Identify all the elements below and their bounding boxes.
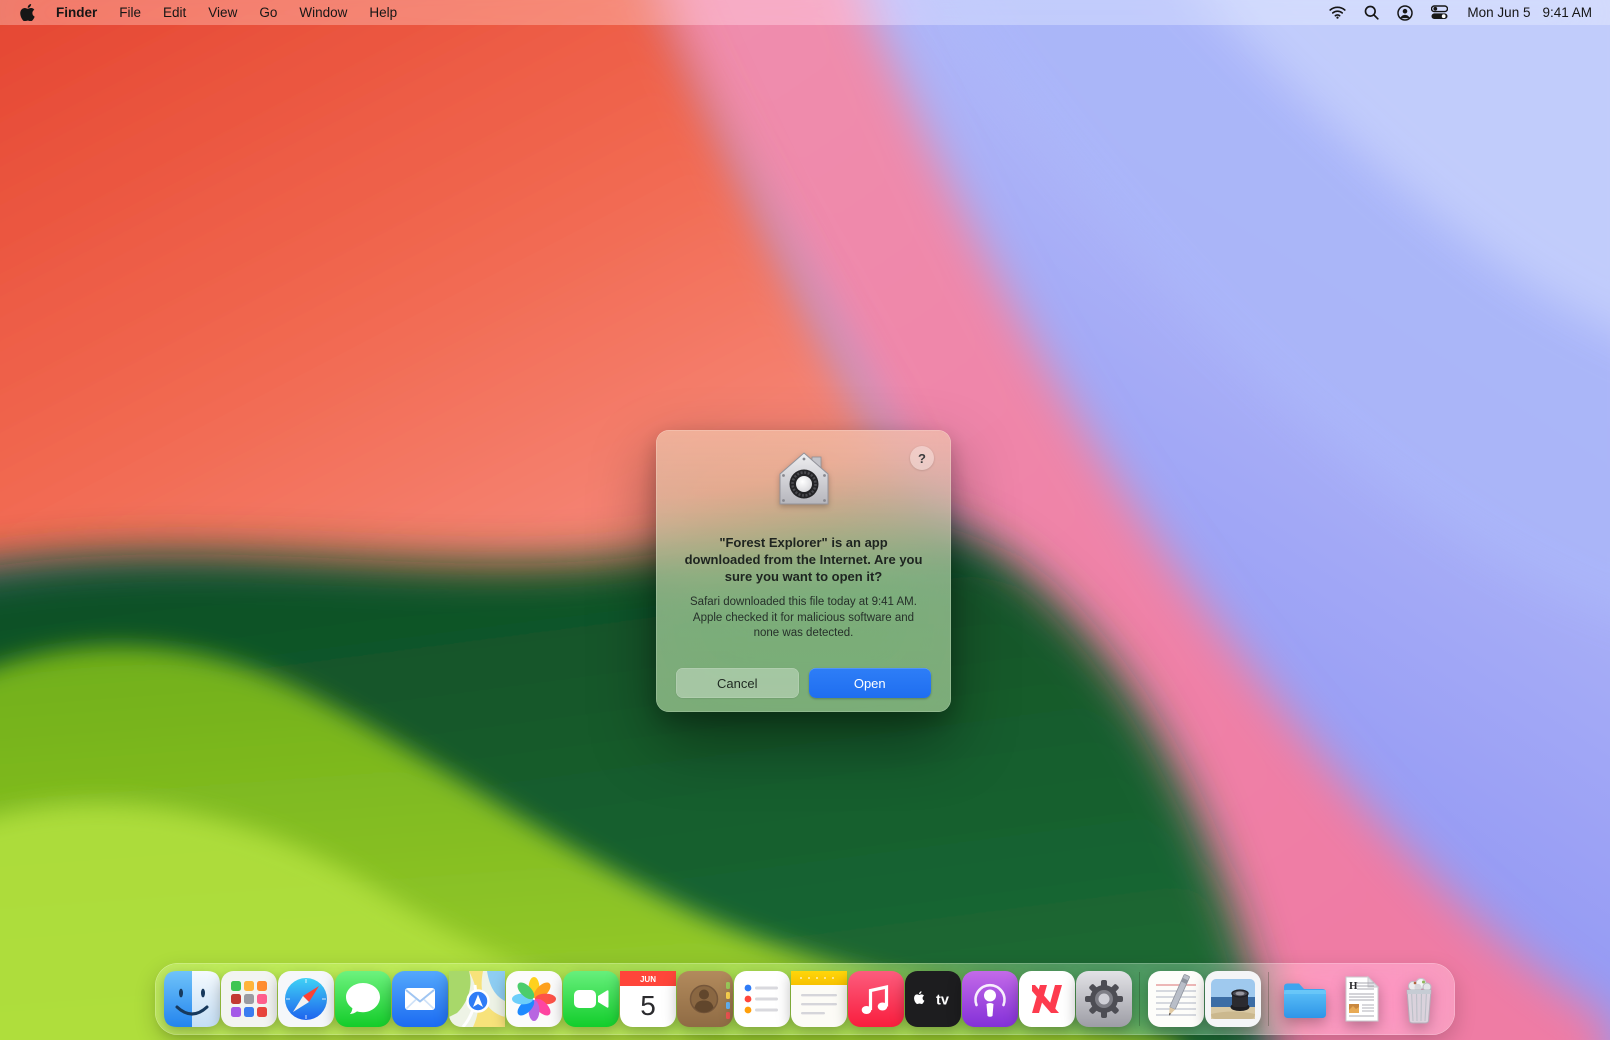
wifi-icon[interactable]: [1320, 6, 1355, 19]
dock-item-music[interactable]: [847, 971, 904, 1028]
apple-menu[interactable]: [18, 4, 45, 21]
dock-item-mail[interactable]: [391, 971, 448, 1028]
trash-icon: [1391, 971, 1447, 1027]
dock: JUN 5: [155, 963, 1455, 1035]
gatekeeper-dialog: ? "Forest Explorer" is an app downloaded…: [656, 430, 951, 712]
photos-icon: [506, 971, 562, 1027]
document-letter: H: [1349, 980, 1358, 992]
user-icon[interactable]: [1388, 5, 1422, 21]
menu-app-name[interactable]: Finder: [45, 5, 108, 20]
menu-view[interactable]: View: [197, 5, 248, 20]
dock-item-podcasts[interactable]: [961, 971, 1018, 1028]
menu-window[interactable]: Window: [288, 5, 358, 20]
dock-item-document[interactable]: H: [1333, 971, 1390, 1028]
mail-icon: [392, 971, 448, 1027]
menu-bar: Finder File Edit View Go Window Help: [0, 0, 1610, 25]
menu-edit[interactable]: Edit: [152, 5, 197, 20]
dock-item-news[interactable]: [1018, 971, 1075, 1028]
podcasts-icon: [962, 971, 1018, 1027]
launchpad-icon: [221, 971, 277, 1027]
dock-item-contacts[interactable]: [676, 971, 733, 1028]
news-icon: [1019, 971, 1075, 1027]
dock-separator: [1268, 972, 1269, 1026]
reminders-icon: [734, 971, 790, 1027]
search-icon[interactable]: [1355, 5, 1388, 20]
finder-icon: [164, 971, 220, 1027]
dock-item-tv[interactable]: tv: [904, 971, 961, 1028]
dock-item-facetime[interactable]: [562, 971, 619, 1028]
dock-item-reminders[interactable]: [733, 971, 790, 1028]
dock-item-textedit[interactable]: [1147, 971, 1204, 1028]
music-icon: [848, 971, 904, 1027]
dialog-body-text: Safari downloaded this file today at 9:4…: [688, 595, 920, 642]
menu-bar-left: Finder File Edit View Go Window Help: [18, 4, 408, 21]
menu-bar-time: 9:41 AM: [1542, 5, 1592, 20]
menu-bar-clock[interactable]: Mon Jun 5 9:41 AM: [1457, 5, 1592, 20]
facetime-icon: [563, 971, 619, 1027]
downloads-folder-icon: [1277, 971, 1333, 1027]
tv-icon: tv: [905, 971, 961, 1027]
dock-item-maps[interactable]: [448, 971, 505, 1028]
contacts-icon: [677, 971, 733, 1027]
dock-item-launchpad[interactable]: [220, 971, 277, 1028]
menu-bar-status: Mon Jun 5 9:41 AM: [1320, 5, 1592, 21]
dock-item-safari[interactable]: [277, 971, 334, 1028]
menu-bar-date: Mon Jun 5: [1467, 5, 1530, 20]
dialog-buttons: Cancel Open: [676, 668, 931, 698]
cancel-button[interactable]: Cancel: [676, 668, 799, 698]
dock-item-preview[interactable]: [1204, 971, 1261, 1028]
dock-item-system-settings[interactable]: [1075, 971, 1132, 1028]
notes-icon: [791, 971, 847, 1027]
dialog-title: "Forest Explorer" is an app downloaded f…: [684, 534, 924, 585]
maps-icon: [449, 971, 505, 1027]
menu-go[interactable]: Go: [248, 5, 288, 20]
dock-item-calendar[interactable]: JUN 5: [619, 971, 676, 1028]
system-settings-icon: [1076, 971, 1132, 1027]
calendar-month-label: JUN: [639, 975, 655, 984]
menu-help[interactable]: Help: [358, 5, 408, 20]
tv-label: tv: [936, 993, 949, 1009]
dock-item-photos[interactable]: [505, 971, 562, 1028]
control-center-icon[interactable]: [1422, 5, 1457, 20]
dock-separator: [1139, 972, 1140, 1026]
dock-item-downloads-folder[interactable]: [1276, 971, 1333, 1028]
open-button[interactable]: Open: [809, 668, 932, 698]
document-icon: H: [1334, 971, 1390, 1027]
dock-item-messages[interactable]: [334, 971, 391, 1028]
textedit-icon: [1148, 971, 1204, 1027]
menu-file[interactable]: File: [108, 5, 152, 20]
calendar-day-label: 5: [640, 990, 656, 1021]
dock-item-finder[interactable]: [163, 971, 220, 1028]
gatekeeper-security-icon: [775, 450, 833, 508]
help-button[interactable]: ?: [910, 446, 934, 470]
messages-icon: [335, 971, 391, 1027]
apple-icon: [20, 4, 35, 21]
safari-icon: [278, 971, 334, 1027]
dock-item-notes[interactable]: [790, 971, 847, 1028]
dock-item-trash[interactable]: [1390, 971, 1447, 1028]
preview-icon: [1205, 971, 1261, 1027]
calendar-icon: JUN 5: [620, 971, 676, 1027]
